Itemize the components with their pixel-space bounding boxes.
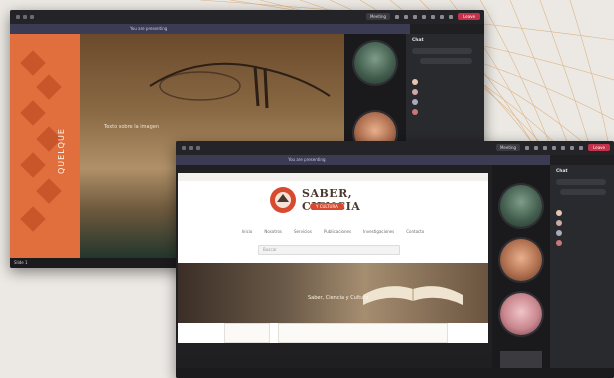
presenting-banner: You are presenting (176, 155, 550, 165)
participant-row[interactable] (556, 239, 612, 247)
avatar (412, 109, 418, 115)
logo-emblem-icon (270, 187, 296, 213)
participant-row[interactable] (412, 108, 482, 116)
people-icon[interactable] (525, 145, 530, 150)
mic-icon[interactable] (440, 14, 445, 19)
share-icon[interactable] (579, 145, 584, 150)
banner-text: You are presenting (130, 26, 168, 31)
toolbar: Meeting Leave (365, 13, 480, 20)
slide-caption: Texto sobre la imagen (104, 124, 159, 130)
avatar (556, 230, 562, 236)
leave-button[interactable]: Leave (588, 144, 610, 151)
participant-row[interactable] (556, 229, 612, 237)
nav-link[interactable]: Inicio (242, 225, 253, 237)
participant-avatar[interactable] (500, 239, 542, 281)
more-icon[interactable] (552, 145, 557, 150)
hero-text: Saber, Ciencia y Cultura (308, 295, 369, 301)
toolbar: Meeting Leave (495, 144, 610, 151)
chat-tab[interactable] (412, 48, 472, 54)
camera-icon[interactable] (431, 14, 436, 19)
banner-text: You are presenting (288, 157, 326, 162)
participant-avatar[interactable] (500, 185, 542, 227)
nav-link[interactable]: Nosotros (264, 225, 282, 237)
presenting-banner: You are presenting (10, 24, 410, 34)
participant-row[interactable] (556, 209, 612, 217)
chat-tab[interactable] (420, 58, 472, 64)
glasses-illustration (149, 62, 331, 109)
participant-avatar[interactable] (500, 293, 542, 335)
front-meeting-window: Meeting Leave You are presenting SABER, … (176, 141, 614, 378)
more-icon[interactable] (422, 14, 427, 19)
chat-icon[interactable] (404, 14, 409, 19)
avatar (556, 240, 562, 246)
leave-button[interactable]: Leave (458, 13, 480, 20)
participant-row[interactable] (412, 98, 482, 106)
chat-panel: Chat (550, 165, 614, 378)
meeting-button[interactable]: Meeting (495, 144, 521, 151)
participant-row[interactable] (412, 78, 482, 86)
avatar (412, 99, 418, 105)
website-nav: Inicio Nosotros Servicios Publicaciones … (178, 225, 488, 237)
share-icon[interactable] (449, 14, 454, 19)
avatar (556, 210, 562, 216)
chat-tab[interactable] (560, 189, 606, 195)
chat-title: Chat (556, 169, 568, 174)
reactions-icon[interactable] (543, 145, 548, 150)
nav-link[interactable]: Investigaciones (363, 225, 394, 237)
participant-row[interactable] (412, 88, 482, 96)
avatar (412, 89, 418, 95)
open-book-image (363, 286, 463, 305)
slide-orange-panel: QUELQUE (10, 34, 80, 258)
website-search-input[interactable]: Buscar (258, 245, 400, 255)
window-controls[interactable] (182, 146, 200, 150)
status-text: Slide 1 (14, 260, 28, 265)
avatar (556, 220, 562, 226)
shared-website: SABER, CIENCIA Y CULTURA Inicio Nosotros… (178, 173, 488, 343)
slide-vertical-label: QUELQUE (57, 128, 66, 174)
nav-link[interactable]: Publicaciones (324, 225, 351, 237)
reactions-icon[interactable] (413, 14, 418, 19)
status-bar (176, 368, 614, 378)
website-logo[interactable]: SABER, CIENCIA Y CULTURA (268, 185, 398, 215)
avatar (412, 79, 418, 85)
website-topbar (178, 173, 488, 181)
search-placeholder: Buscar (263, 247, 277, 252)
nav-link[interactable]: Servicios (294, 225, 312, 237)
meeting-button[interactable]: Meeting (365, 13, 391, 20)
participant-row[interactable] (556, 219, 612, 227)
nav-link[interactable]: Contacto (406, 225, 424, 237)
shared-screen: SABER, CIENCIA Y CULTURA Inicio Nosotros… (176, 165, 492, 355)
mic-icon[interactable] (570, 145, 575, 150)
people-icon[interactable] (395, 14, 400, 19)
chat-title: Chat (412, 38, 424, 43)
chat-icon[interactable] (534, 145, 539, 150)
content-card[interactable] (224, 323, 270, 343)
camera-icon[interactable] (561, 145, 566, 150)
content-card[interactable] (278, 323, 448, 343)
window-controls[interactable] (16, 15, 34, 19)
titlebar: Meeting Leave (176, 141, 614, 155)
titlebar: Meeting Leave (10, 10, 484, 24)
logo-subtitle: Y CULTURA (310, 203, 344, 210)
chat-tab[interactable] (556, 179, 606, 185)
participant-strip (492, 165, 550, 378)
website-hero: Saber, Ciencia y Cultura (178, 263, 488, 323)
participant-avatar[interactable] (354, 42, 396, 84)
